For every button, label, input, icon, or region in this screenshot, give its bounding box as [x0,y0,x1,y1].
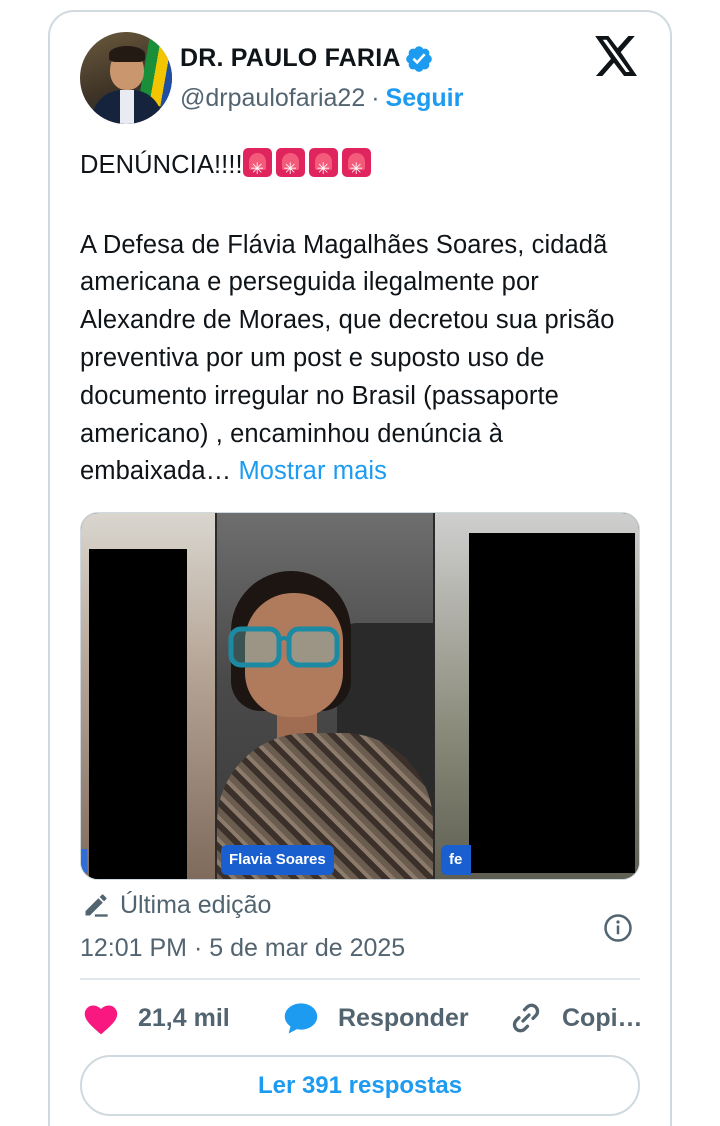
edit-label: Última edição [120,890,272,919]
siren-emoji-icon [275,148,305,189]
siren-emoji-icon [341,148,371,189]
action-bar: 21,4 mil Responder Copi… [80,998,643,1038]
read-replies-button[interactable]: Ler 391 respostas [80,1055,640,1116]
like-count: 21,4 mil [138,1003,230,1032]
show-more-link[interactable]: Mostrar mais [238,457,387,485]
glasses [228,626,340,668]
video-panel-center [217,513,433,879]
video-panel-left [81,513,215,879]
tweet-timestamp[interactable]: 12:01 PM · 5 de mar de 2025 [80,934,405,963]
tweet-body-paragraph: A Defesa de Flávia Magalhães Soares, cid… [80,227,650,492]
divider [80,978,640,980]
author-handle-row: @drpaulofaria22 · Seguir [180,84,463,113]
speech-bubble-icon [284,1003,318,1034]
video-thumbnail[interactable]: Flavia Soares fe [80,512,640,880]
siren-emoji-group [242,148,375,189]
verified-badge-icon [406,46,432,72]
copy-link-button[interactable]: Copi… [508,998,643,1038]
follow-link[interactable]: Seguir [386,84,464,112]
copy-link-label: Copi… [562,1003,643,1032]
reply-label: Responder [338,1003,469,1032]
tweet-text: DENÚNCIA!!!! A Defesa de Flávia Magalhãe… [80,147,650,491]
edit-indicator[interactable]: Última edição [82,888,271,922]
redaction-block [469,533,635,873]
info-icon[interactable] [603,913,633,943]
video-panel-right [435,513,639,879]
heart-icon [84,1005,118,1035]
separator-dot: · [371,84,380,112]
link-icon [512,1003,540,1033]
participant-name-tag: Flavia Soares [221,845,334,875]
author-handle[interactable]: @drpaulofaria22 [180,84,365,112]
siren-emoji-icon [308,148,338,189]
x-logo-icon[interactable] [595,36,639,76]
reply-button[interactable]: Responder [282,998,469,1038]
tweet-headline-line: DENÚNCIA!!!! [80,147,650,189]
author-name[interactable]: DR. PAULO FARIA [180,44,401,73]
like-button[interactable]: 21,4 mil [82,998,230,1038]
author-avatar[interactable] [80,32,172,124]
tweet-body: A Defesa de Flávia Magalhães Soares, cid… [80,230,615,486]
tweet-headline: DENÚNCIA!!!! [80,151,243,179]
participant-name-tag: fe [441,845,471,875]
redaction-block [89,549,187,879]
siren-emoji-icon [242,148,272,189]
pencil-icon [85,894,108,917]
